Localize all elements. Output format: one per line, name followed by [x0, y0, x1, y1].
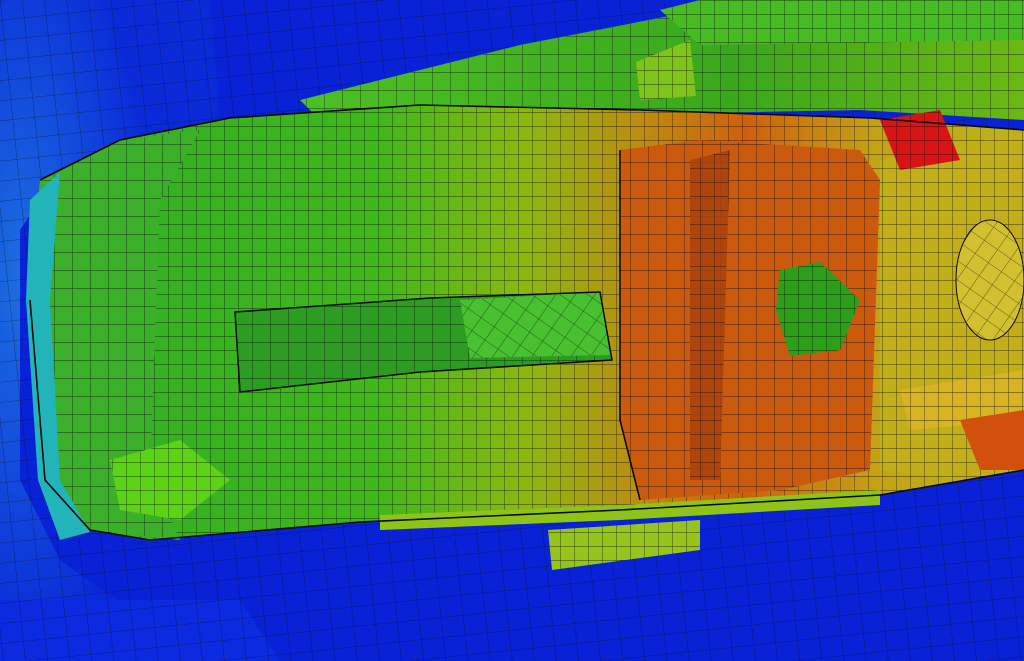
- right-bracket: [880, 110, 1024, 480]
- fea-mesh-render[interactable]: [0, 0, 1024, 661]
- fea-viewport[interactable]: [0, 0, 1024, 661]
- stress-band-orange: [620, 140, 880, 500]
